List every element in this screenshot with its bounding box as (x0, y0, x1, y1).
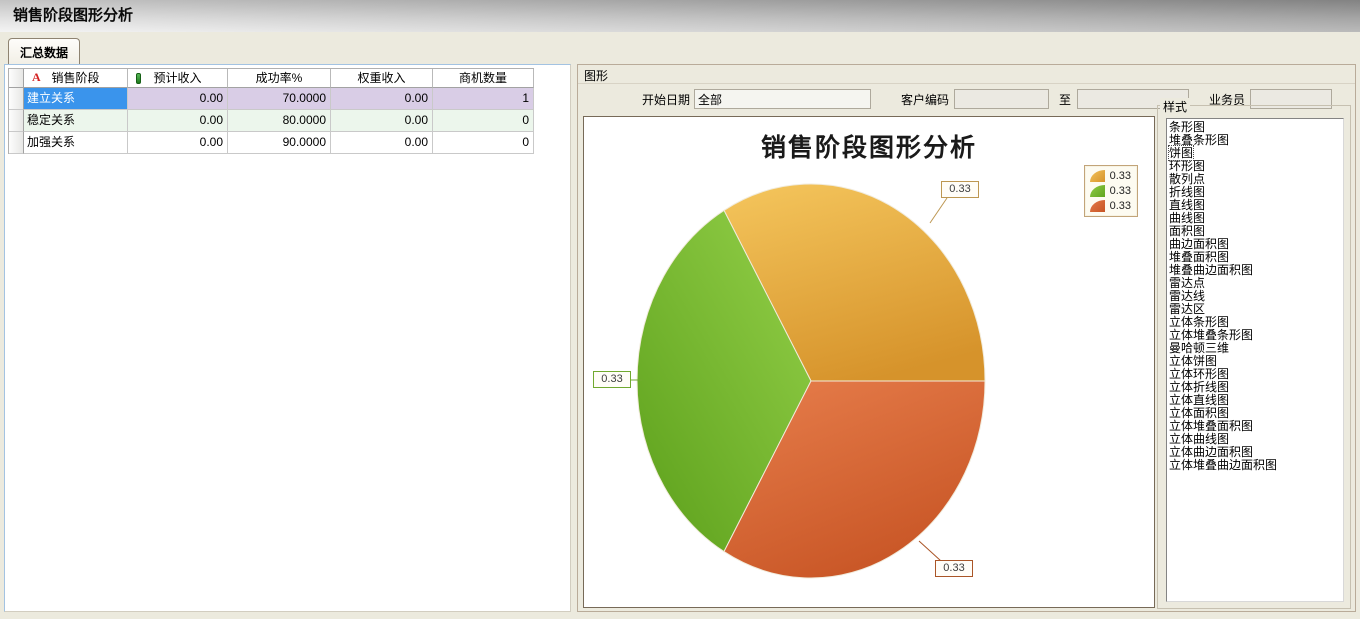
start-date-label: 开始日期 (642, 91, 690, 108)
style-item-label: 立体环形图 (1169, 367, 1229, 381)
style-item-label: 饼图 (1169, 146, 1193, 160)
cell-stage[interactable]: 建立关系 (24, 88, 128, 110)
cell-success[interactable]: 70.0000 (228, 88, 331, 110)
table-row: 加强关系0.0090.00000.000 (9, 132, 534, 154)
pie-slice-label: 0.33 (935, 560, 973, 577)
column-header[interactable]: A 销售阶段 (24, 69, 128, 88)
column-header-label: 成功率% (256, 71, 303, 85)
chart-area: 销售阶段图形分析 0.330.330.33 0.330.330.33 (583, 116, 1155, 608)
sort-a-icon: A (32, 70, 41, 85)
style-item-label: 立体堆叠曲边面积图 (1169, 458, 1277, 472)
style-item-label: 面积图 (1169, 224, 1205, 238)
legend-item[interactable]: 0.33 (1090, 170, 1131, 182)
style-item-label: 折线图 (1169, 185, 1205, 199)
tab-strip: 汇总数据 (0, 32, 1360, 64)
style-item-label: 立体折线图 (1169, 380, 1229, 394)
legend-item[interactable]: 0.33 (1090, 200, 1131, 212)
column-header[interactable]: 预计收入 (128, 69, 228, 88)
column-header-label: 商机数量 (459, 71, 507, 85)
style-item-label: 立体堆叠条形图 (1169, 328, 1253, 342)
to-label: 至 (1059, 91, 1071, 108)
pie-slice-label: 0.33 (941, 181, 979, 198)
cell-weighted[interactable]: 0.00 (331, 88, 433, 110)
row-selector[interactable] (9, 132, 24, 154)
cell-weighted[interactable]: 0.00 (331, 132, 433, 154)
chart-style-listbox[interactable]: 条形图堆叠条形图饼图环形图散列点折线图直线图曲线图面积图曲边面积图堆叠面积图堆叠… (1166, 118, 1344, 602)
cell-expected[interactable]: 0.00 (128, 88, 228, 110)
style-item-label: 立体曲线图 (1169, 432, 1229, 446)
style-list-item[interactable]: 堆叠条形图 (1169, 134, 1343, 147)
column-header-label: 权重收入 (357, 71, 405, 85)
row-selector[interactable] (9, 88, 24, 110)
pie-label-leader-line (919, 541, 941, 561)
style-item-label: 立体曲边面积图 (1169, 445, 1253, 459)
style-item-label: 雷达点 (1169, 276, 1205, 290)
tab-label: 汇总数据 (20, 46, 68, 60)
summary-table: A销售阶段预计收入成功率%权重收入商机数量建立关系0.0070.00000.00… (8, 68, 534, 154)
cell-count[interactable]: 0 (433, 132, 534, 154)
cell-count[interactable]: 0 (433, 110, 534, 132)
legend-swatch-icon (1090, 200, 1105, 212)
filter-pill-icon (136, 73, 141, 84)
cell-success[interactable]: 90.0000 (228, 132, 331, 154)
table-row: 建立关系0.0070.00000.001 (9, 88, 534, 110)
pie-chart (584, 117, 1154, 607)
legend-label: 0.33 (1110, 170, 1131, 182)
style-group-title: 样式 (1160, 98, 1190, 115)
legend-label: 0.33 (1110, 185, 1131, 197)
app-window: 销售阶段图形分析 汇总数据 A销售阶段预计收入成功率%权重收入商机数量建立关系0… (0, 0, 1360, 619)
customer-code-input[interactable] (954, 89, 1049, 109)
style-item-label: 雷达区 (1169, 302, 1205, 316)
pie-label-leader-line (930, 198, 947, 223)
style-item-label: 立体条形图 (1169, 315, 1229, 329)
style-item-label: 堆叠条形图 (1169, 133, 1229, 147)
page-title: 销售阶段图形分析 (0, 0, 1360, 32)
table-row: 稳定关系0.0080.00000.000 (9, 110, 534, 132)
legend-item[interactable]: 0.33 (1090, 185, 1131, 197)
graph-panel: 图形 开始日期 客户编码 至 业务员 销售阶段图形分析 0.330.330.33… (577, 64, 1356, 612)
column-header-label: 销售阶段 (51, 71, 99, 85)
legend-swatch-icon (1090, 185, 1105, 197)
row-selector[interactable] (9, 110, 24, 132)
graph-panel-header: 图形 (578, 65, 1355, 84)
cell-expected[interactable]: 0.00 (128, 110, 228, 132)
summary-grid-panel: A销售阶段预计收入成功率%权重收入商机数量建立关系0.0070.00000.00… (4, 64, 571, 612)
grid-corner[interactable] (9, 69, 24, 88)
style-item-label: 立体饼图 (1169, 354, 1217, 368)
style-item-label: 直线图 (1169, 198, 1205, 212)
column-header[interactable]: 商机数量 (433, 69, 534, 88)
cell-success[interactable]: 80.0000 (228, 110, 331, 132)
style-list-item[interactable]: 立体堆叠曲边面积图 (1169, 459, 1343, 472)
chart-legend: 0.33 0.33 0.33 (1084, 165, 1138, 217)
style-item-label: 散列点 (1169, 172, 1205, 186)
style-item-label: 立体堆叠面积图 (1169, 419, 1253, 433)
customer-code-label: 客户编码 (901, 91, 949, 108)
graph-panel-title: 图形 (584, 69, 608, 83)
style-item-label: 堆叠面积图 (1169, 250, 1229, 264)
cell-stage[interactable]: 加强关系 (24, 132, 128, 154)
style-item-label: 雷达线 (1169, 289, 1205, 303)
style-item-label: 曲边面积图 (1169, 237, 1229, 251)
style-item-label: 立体面积图 (1169, 406, 1229, 420)
tab-summary-data[interactable]: 汇总数据 (8, 38, 80, 64)
style-item-label: 曲线图 (1169, 211, 1205, 225)
column-header[interactable]: 权重收入 (331, 69, 433, 88)
style-item-label: 立体直线图 (1169, 393, 1229, 407)
style-item-label: 曼哈顿三维 (1169, 341, 1229, 355)
cell-stage[interactable]: 稳定关系 (24, 110, 128, 132)
cell-expected[interactable]: 0.00 (128, 132, 228, 154)
legend-swatch-icon (1090, 170, 1105, 182)
cell-count[interactable]: 1 (433, 88, 534, 110)
style-item-label: 堆叠曲边面积图 (1169, 263, 1253, 277)
column-header-label: 预计收入 (153, 71, 201, 85)
style-item-label: 环形图 (1169, 159, 1205, 173)
pie-slice-label: 0.33 (593, 371, 631, 388)
legend-label: 0.33 (1110, 200, 1131, 212)
start-date-input[interactable] (694, 89, 871, 109)
style-item-label: 条形图 (1169, 120, 1205, 134)
column-header[interactable]: 成功率% (228, 69, 331, 88)
title-bar: 销售阶段图形分析 (0, 0, 1360, 32)
cell-weighted[interactable]: 0.00 (331, 110, 433, 132)
style-groupbox: 样式 条形图堆叠条形图饼图环形图散列点折线图直线图曲线图面积图曲边面积图堆叠面积… (1157, 105, 1351, 609)
